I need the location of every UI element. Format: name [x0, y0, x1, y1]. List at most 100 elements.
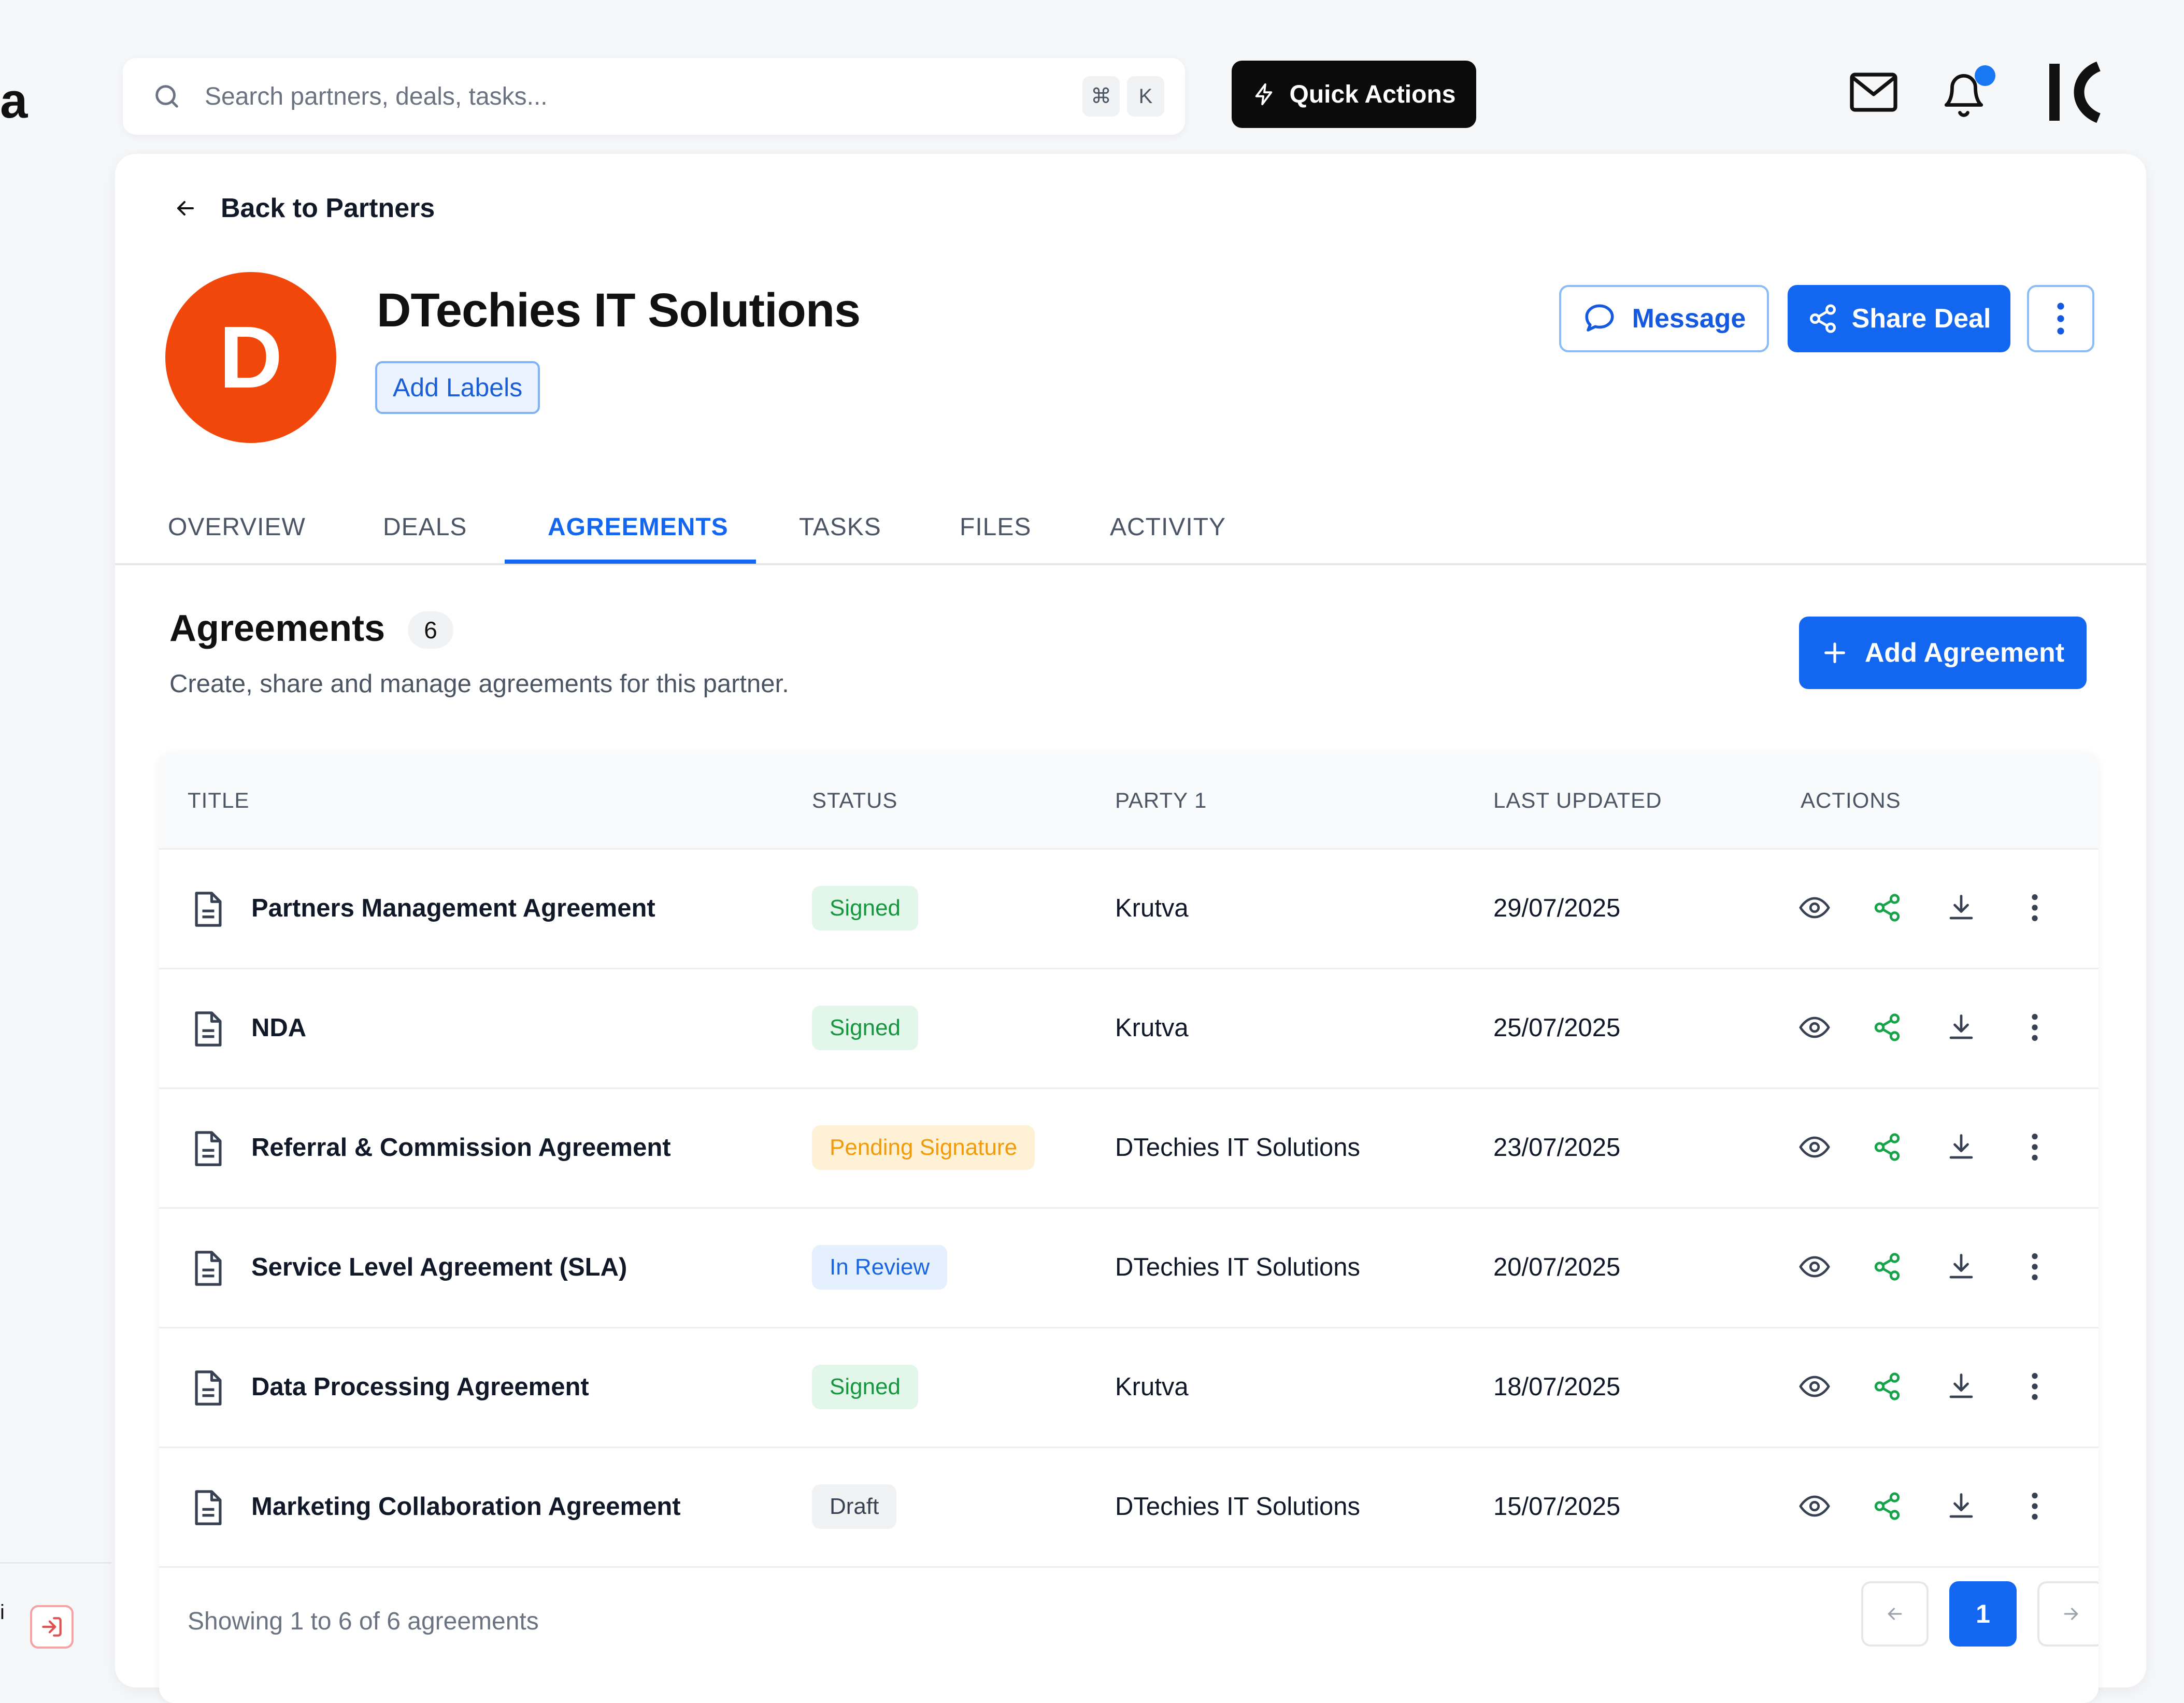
share-icon[interactable]	[1869, 1009, 1905, 1046]
document-icon	[191, 1489, 225, 1526]
partner-detail-card: Back to Partners D DTechies IT Solutions…	[115, 154, 2146, 1703]
search-input[interactable]	[204, 81, 1075, 111]
document-icon	[191, 891, 225, 928]
agreements-title: Agreements	[169, 608, 386, 649]
tab-activity[interactable]: ACTIVITY	[1110, 491, 1226, 563]
agreement-title[interactable]: Referral & Commission Agreement	[251, 1087, 671, 1207]
quick-actions-button[interactable]: Quick Actions	[1232, 61, 1476, 128]
agreement-title[interactable]: Marketing Collaboration Agreement	[251, 1447, 681, 1566]
add-agreement-label: Add Agreement	[1864, 638, 2065, 668]
table-header: TITLE STATUS PARTY 1 LAST UPDATED ACTION…	[159, 752, 2099, 850]
more-options-button[interactable]	[2027, 285, 2094, 352]
eye-icon[interactable]	[1796, 1368, 1833, 1405]
share-icon[interactable]	[1869, 1249, 1905, 1285]
tab-deals[interactable]: DEALS	[383, 491, 467, 563]
previous-page-button[interactable]	[1861, 1581, 1929, 1647]
agreement-title[interactable]: Service Level Agreement (SLA)	[251, 1207, 627, 1327]
mail-icon[interactable]	[1849, 71, 1898, 113]
party-name: DTechies IT Solutions	[1115, 1133, 1360, 1162]
table-row[interactable]: Service Level Agreement (SLA) In Review DT…	[159, 1207, 2099, 1328]
eye-icon[interactable]	[1796, 1488, 1833, 1524]
download-icon[interactable]	[1943, 1009, 1979, 1046]
column-status: STATUS	[812, 788, 898, 812]
more-vertical-icon[interactable]	[2017, 890, 2053, 926]
document-icon	[191, 1130, 225, 1167]
more-vertical-icon[interactable]	[2017, 1009, 2053, 1046]
download-icon[interactable]	[1943, 1488, 1979, 1524]
back-to-partners-link[interactable]: Back to Partners	[173, 193, 435, 224]
status-badge: Signed	[812, 885, 919, 931]
download-icon[interactable]	[1943, 1249, 1979, 1285]
more-vertical-icon[interactable]	[2017, 1368, 2053, 1405]
share-deal-button[interactable]: Share Deal	[1788, 285, 2010, 352]
eye-icon[interactable]	[1796, 1249, 1833, 1285]
eye-icon[interactable]	[1796, 890, 1833, 926]
column-title: TITLE	[188, 788, 250, 812]
table-row[interactable]: Referral & Commission Agreement Pending S…	[159, 1087, 2099, 1209]
more-vertical-icon[interactable]	[2017, 1249, 2053, 1285]
shortcut-key-k: K	[1127, 76, 1164, 117]
agreement-title[interactable]: Partners Management Agreement	[251, 848, 655, 968]
share-icon[interactable]	[1869, 890, 1905, 926]
eye-icon[interactable]	[1796, 1009, 1833, 1046]
document-icon	[191, 1250, 225, 1287]
tab-tasks[interactable]: TASKS	[799, 491, 881, 563]
chat-bubble-icon	[1585, 304, 1614, 332]
status-badge: Draft	[812, 1484, 897, 1529]
share-icon[interactable]	[1869, 1488, 1905, 1524]
download-icon[interactable]	[1943, 890, 1979, 926]
notifications-button[interactable]	[1940, 63, 2003, 120]
last-updated-date: 15/07/2025	[1493, 1492, 1621, 1521]
table-row[interactable]: NDA Signed Krutva 25/07/2025	[159, 968, 2099, 1089]
add-agreement-button[interactable]: Add Agreement	[1799, 617, 2087, 689]
download-icon[interactable]	[1943, 1129, 1979, 1165]
more-vertical-icon[interactable]	[2017, 1129, 2053, 1165]
message-button[interactable]: Message	[1559, 285, 1769, 352]
search-bar[interactable]: ⌘ K	[123, 58, 1185, 135]
agreements-description: Create, share and manage agreements for …	[169, 670, 789, 698]
shortcut-key-cmd: ⌘	[1082, 76, 1120, 117]
tab-overview[interactable]: OVERVIEW	[168, 491, 306, 563]
party-name: Krutva	[1115, 1013, 1189, 1042]
more-vertical-icon[interactable]	[2017, 1488, 2053, 1524]
quick-actions-label: Quick Actions	[1289, 80, 1456, 108]
share-icon	[1809, 304, 1836, 333]
search-icon	[155, 85, 178, 108]
table-row[interactable]: Marketing Collaboration Agreement Draft DT…	[159, 1447, 2099, 1568]
column-last-updated: LAST UPDATED	[1493, 788, 1662, 812]
notification-dot	[1975, 65, 1995, 86]
brand-logo-icon[interactable]	[2047, 61, 2104, 123]
party-name: Krutva	[1115, 894, 1189, 922]
tab-agreements[interactable]: AGREEMENTS	[548, 491, 729, 563]
table-row[interactable]: Partners Management Agreement Signed Krutv…	[159, 848, 2099, 969]
share-icon[interactable]	[1869, 1129, 1905, 1165]
add-labels-button[interactable]: Add Labels	[375, 361, 540, 414]
chevron-left-icon	[1888, 1608, 1902, 1620]
share-deal-label: Share Deal	[1851, 304, 1991, 334]
logout-button[interactable]	[30, 1605, 74, 1649]
logout-icon	[42, 1617, 62, 1637]
download-icon[interactable]	[1943, 1368, 1979, 1405]
status-badge: In Review	[812, 1244, 948, 1290]
plus-icon	[1824, 642, 1845, 663]
status-badge: Signed	[812, 1005, 919, 1050]
party-name: DTechies IT Solutions	[1115, 1253, 1360, 1281]
agreement-title[interactable]: Data Processing Agreement	[251, 1327, 589, 1447]
column-party: PARTY 1	[1115, 788, 1207, 812]
next-page-button[interactable]	[2037, 1581, 2099, 1647]
agreements-table: TITLE STATUS PARTY 1 LAST UPDATED ACTION…	[159, 752, 2099, 1703]
chevron-right-icon	[2064, 1608, 2078, 1620]
page-1-button[interactable]: 1	[1949, 1581, 2017, 1647]
more-vertical-icon	[2057, 303, 2064, 335]
last-updated-date: 20/07/2025	[1493, 1253, 1621, 1281]
share-icon[interactable]	[1869, 1368, 1905, 1405]
column-actions: ACTIONS	[1801, 788, 1901, 812]
agreement-title[interactable]: NDA	[251, 968, 306, 1087]
message-button-label: Message	[1632, 304, 1746, 334]
tab-files[interactable]: FILES	[960, 491, 1031, 563]
status-badge: Signed	[812, 1364, 919, 1409]
table-row[interactable]: Data Processing Agreement Signed Krutva 18/…	[159, 1327, 2099, 1448]
sidebar-logo-fragment: a	[0, 73, 28, 128]
eye-icon[interactable]	[1796, 1129, 1833, 1165]
active-tab-indicator	[505, 560, 756, 564]
